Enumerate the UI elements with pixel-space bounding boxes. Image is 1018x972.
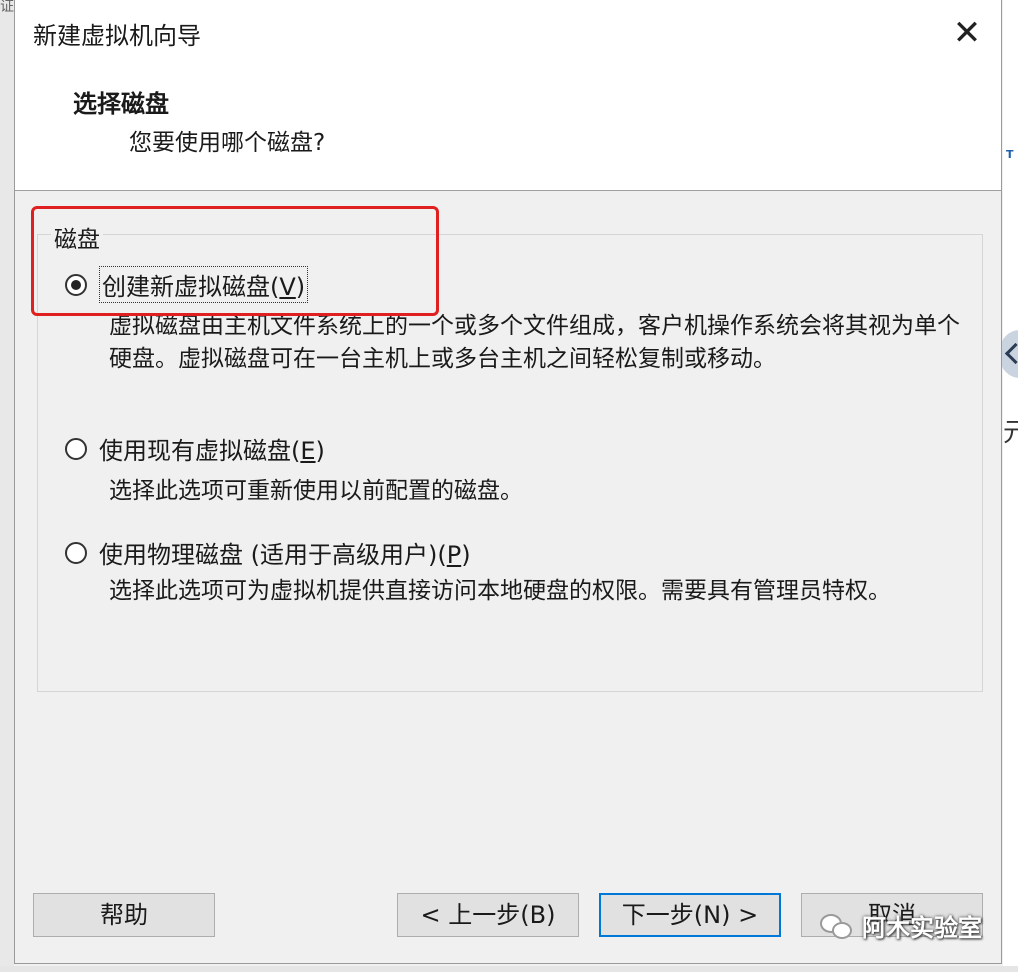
help-button[interactable]: 帮助 [33, 893, 215, 937]
next-button[interactable]: 下一步(N) > [599, 893, 781, 937]
create-new-disk-description: 虚拟磁盘由主机文件系统上的一个或多个文件组成，客户机操作系统会将其视为单个硬盘。… [109, 313, 960, 372]
use-existing-disk-label: 使用现有虚拟磁盘(E) [99, 437, 325, 465]
background-corner-text: 证 [0, 0, 14, 15]
use-physical-disk-label: 使用物理磁盘 (适用于高级用户)(P) [99, 541, 471, 569]
wechat-icon [820, 911, 854, 941]
watermark-text: 阿木实验室 [862, 914, 982, 942]
background-char: 元 [1003, 418, 1018, 448]
background-window-left [0, 0, 14, 972]
wizard-header: 新建虚拟机向导 ✕ 选择磁盘 您要使用哪个磁盘? [15, 0, 1001, 191]
page-heading: 选择磁盘 [73, 90, 169, 118]
background-window-right [1003, 0, 1018, 972]
red-highlight-annotation [31, 206, 439, 316]
use-physical-disk-description: 选择此选项可为虚拟机提供直接访问本地硬盘的权限。需要具有管理员特权。 [109, 578, 891, 604]
dialog-title: 新建虚拟机向导 [33, 22, 201, 50]
radio-use-existing-virtual-disk[interactable]: 使用现有虚拟磁盘(E) [65, 431, 325, 466]
background-bottom-edge [0, 966, 1018, 972]
close-icon[interactable]: ✕ [947, 14, 987, 54]
watermark: 阿木实验室 [820, 908, 982, 943]
background-blue-text: T [1006, 148, 1014, 161]
radio-button[interactable] [65, 541, 87, 564]
radio-button[interactable] [65, 437, 87, 460]
back-button[interactable]: < 上一步(B) [397, 893, 579, 937]
new-vm-wizard-dialog: 新建虚拟机向导 ✕ 选择磁盘 您要使用哪个磁盘? 磁盘 创建新虚拟磁盘(V) 虚… [14, 0, 1002, 964]
page-subheading: 您要使用哪个磁盘? [129, 130, 326, 156]
use-existing-disk-description: 选择此选项可重新使用以前配置的磁盘。 [109, 478, 523, 504]
radio-use-physical-disk[interactable]: 使用物理磁盘 (适用于高级用户)(P) [65, 535, 471, 570]
